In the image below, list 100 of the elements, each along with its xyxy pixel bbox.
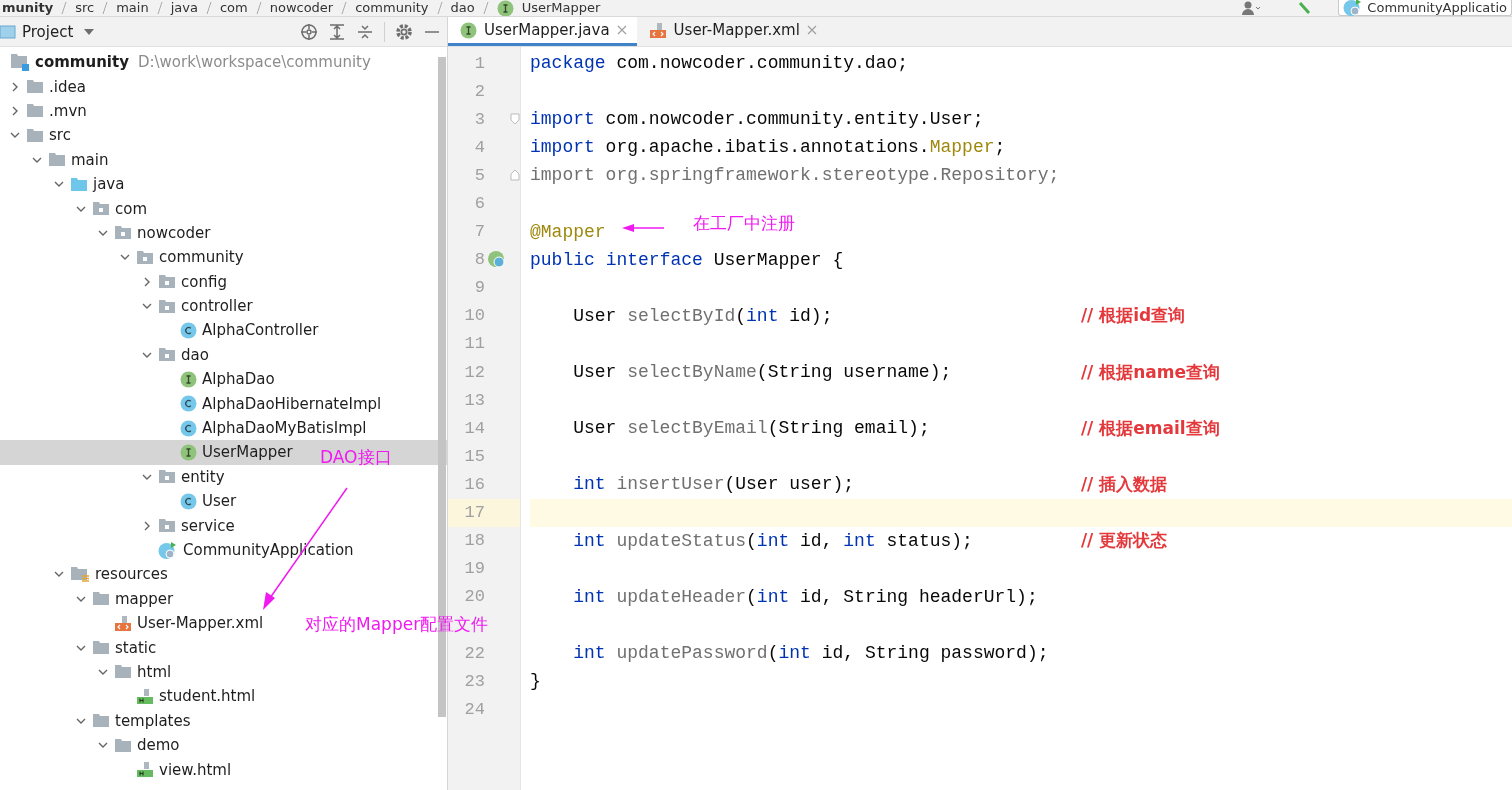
line-number: 19 xyxy=(463,559,485,579)
folder-icon xyxy=(92,640,110,656)
line-number: 20 xyxy=(463,587,485,607)
separator-icon xyxy=(255,1,262,15)
tree-item[interactable]: AlphaController xyxy=(163,318,319,343)
line-number: 9 xyxy=(473,278,485,298)
line-number: 18 xyxy=(463,531,485,551)
code-line: User selectById(int id); xyxy=(573,305,834,326)
line-number: 10 xyxy=(463,306,485,326)
breadcrumb-item[interactable]: main xyxy=(116,0,149,16)
breadcrumb-item[interactable]: UserMapper xyxy=(521,0,601,16)
tree-item[interactable]: UserMapper xyxy=(163,440,293,465)
tree-item[interactable]: service xyxy=(141,513,235,538)
breadcrumb-item[interactable]: src xyxy=(75,0,95,16)
separator-icon xyxy=(156,1,163,15)
breadcrumb-item[interactable]: munity xyxy=(2,0,54,16)
tree-item[interactable]: com xyxy=(75,196,148,221)
tree-item[interactable]: dao xyxy=(141,342,209,368)
package-folder-icon xyxy=(158,347,176,363)
class-icon xyxy=(180,322,197,339)
tree-item[interactable]: AlphaDao xyxy=(163,367,275,392)
line-number: 4 xyxy=(473,137,485,157)
settings-icon[interactable] xyxy=(395,22,413,41)
breadcrumb-item[interactable]: community xyxy=(355,0,429,16)
code-comment: // 根据id查询 xyxy=(1080,304,1186,328)
code-line: } xyxy=(530,671,541,692)
tree-item[interactable]: html xyxy=(97,659,172,685)
folder-icon xyxy=(26,103,44,119)
package-folder-icon xyxy=(114,225,132,241)
code-line: import org.springframework.stereotype.Repository; xyxy=(530,165,1060,186)
annotation-note: 对应的Mapper配置文件 xyxy=(305,613,489,636)
tree-item[interactable]: controller xyxy=(141,293,253,319)
annotation-arrow xyxy=(622,223,664,233)
interface-icon xyxy=(180,370,197,388)
line-number: 17 xyxy=(463,503,485,523)
line-number: 15 xyxy=(463,446,485,466)
tree-item[interactable]: config xyxy=(141,269,227,294)
tree-item[interactable]: src xyxy=(9,123,71,148)
tree-item[interactable]: User-Mapper.xml xyxy=(97,611,264,636)
tree-item[interactable]: resources xyxy=(53,562,168,587)
tree-item[interactable]: static xyxy=(75,635,157,660)
crosshair-icon[interactable] xyxy=(300,22,318,41)
line-number: 5 xyxy=(473,165,485,185)
tree-item[interactable]: student.html xyxy=(119,684,256,709)
tree-item[interactable]: AlphaDaoMyBatisImpl xyxy=(163,415,367,441)
code-comment: // 根据name查询 xyxy=(1080,360,1221,384)
panel-title[interactable]: Project xyxy=(22,22,74,41)
tree-item[interactable]: templates xyxy=(75,708,191,733)
code-line: import com.nowcoder.community.entity.User; xyxy=(530,109,984,130)
package-folder-icon xyxy=(158,274,176,290)
separator-icon xyxy=(205,1,212,15)
editor-tab[interactable]: User-Mapper.xml xyxy=(636,17,827,46)
source-folder-icon xyxy=(70,176,88,192)
interface-icon xyxy=(180,443,197,461)
user-icon[interactable] xyxy=(1240,1,1263,15)
breadcrumb-item[interactable]: java xyxy=(170,0,198,16)
caret-down-icon[interactable] xyxy=(83,27,96,36)
collapse-all-icon[interactable] xyxy=(356,22,374,41)
package-folder-icon xyxy=(92,201,110,217)
code-line: int updatePassword(int id, String password); xyxy=(573,643,1049,663)
resources-folder-icon xyxy=(70,565,90,583)
tree-item[interactable]: .mvn xyxy=(9,98,87,124)
tree-item[interactable]: User xyxy=(163,489,237,514)
line-number: 12 xyxy=(463,362,485,382)
breadcrumb-item[interactable]: com xyxy=(219,0,248,16)
separator-icon xyxy=(61,1,68,15)
separator-icon xyxy=(341,1,348,15)
close-icon[interactable] xyxy=(616,25,627,35)
expand-all-icon[interactable] xyxy=(328,22,346,41)
annotation-note: 在工厂中注册 xyxy=(693,212,795,235)
editor-tab[interactable]: UserMapper.java xyxy=(448,17,637,46)
line-number: 13 xyxy=(463,390,485,410)
tree-item[interactable]: entity xyxy=(141,464,225,490)
folder-icon xyxy=(26,79,44,95)
run-configuration-dropdown[interactable]: CommunityApplicatio xyxy=(1338,0,1512,16)
line-number: 2 xyxy=(473,81,485,101)
breadcrumb-item[interactable]: nowcoder xyxy=(269,0,334,16)
xml-file-icon xyxy=(648,21,667,39)
folder-icon xyxy=(92,591,110,607)
package-folder-icon xyxy=(136,249,154,265)
tree-item[interactable]: AlphaDaoHibernateImpl xyxy=(163,391,382,416)
tree-item[interactable]: community xyxy=(119,245,244,270)
code-line: int updateHeader(int id, String headerUrl); xyxy=(573,586,1038,607)
breadcrumb-item[interactable]: dao xyxy=(450,0,475,16)
code-line: import org.apache.ibatis.annotations.Mapper; xyxy=(530,137,1006,158)
folder-icon xyxy=(114,664,132,680)
tree-item[interactable]: main xyxy=(31,147,109,172)
tree-item[interactable]: .idea xyxy=(9,74,86,99)
project-root-item[interactable]: community D:\work\workspace\community xyxy=(0,50,371,75)
line-number: 14 xyxy=(463,418,485,438)
tree-item[interactable]: demo xyxy=(97,732,180,758)
tree-item[interactable]: java xyxy=(53,171,125,197)
tree-item[interactable]: mapper xyxy=(75,586,174,611)
separator-icon xyxy=(482,1,489,15)
package-folder-icon xyxy=(158,298,176,314)
separator-icon xyxy=(436,1,443,15)
code-comment: // 根据email查询 xyxy=(1080,416,1220,440)
tree-item[interactable]: nowcoder xyxy=(97,220,211,246)
tree-item[interactable]: view.html xyxy=(119,757,232,782)
line-number: 3 xyxy=(473,109,485,129)
